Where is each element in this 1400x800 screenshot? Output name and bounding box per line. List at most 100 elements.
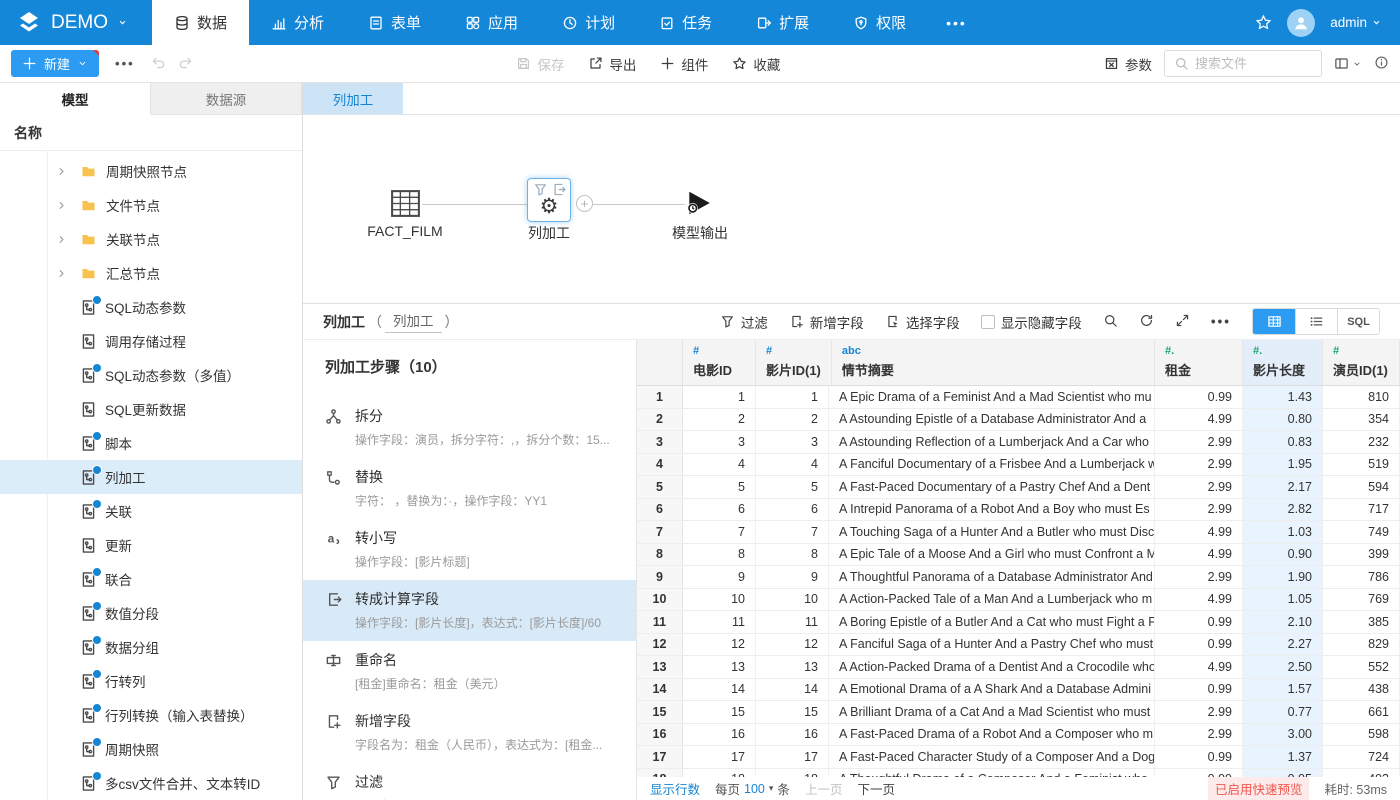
export-button[interactable]: 导出 bbox=[588, 54, 636, 74]
tree-item-17[interactable]: 周期快照 bbox=[0, 732, 302, 766]
tree-folder-0[interactable]: 周期快照节点 bbox=[0, 154, 302, 188]
tree-item-4[interactable]: SQL动态参数 bbox=[0, 290, 302, 324]
chevron-right-icon[interactable] bbox=[56, 166, 67, 177]
refresh-button[interactable] bbox=[1139, 313, 1154, 331]
table-row[interactable]: 555A Fast-Paced Documentary of a Pastry … bbox=[637, 476, 1400, 499]
table-row[interactable]: 131313A Action-Packed Drama of a Dentist… bbox=[637, 656, 1400, 679]
params-button[interactable]: 参数 bbox=[1104, 54, 1152, 74]
column-header-3[interactable]: #.租金 bbox=[1155, 340, 1243, 385]
add-node-button[interactable]: + bbox=[576, 195, 593, 212]
search-input[interactable] bbox=[1195, 56, 1312, 71]
view-sql-button[interactable]: SQL bbox=[1337, 309, 1379, 334]
page-size-value[interactable]: 100 bbox=[744, 782, 765, 796]
column-header-0[interactable]: #电影ID bbox=[683, 340, 756, 385]
nav-item-extension[interactable]: 扩展 bbox=[734, 0, 831, 45]
redo-button[interactable] bbox=[178, 55, 193, 73]
tree-item-9[interactable]: 列加工 bbox=[0, 460, 302, 494]
view-table-button[interactable] bbox=[1253, 309, 1295, 334]
prev-page-button[interactable]: 上一页 bbox=[805, 779, 843, 798]
avatar[interactable] bbox=[1287, 9, 1315, 37]
tree-item-6[interactable]: SQL动态参数（多值） bbox=[0, 358, 302, 392]
panel-more-button[interactable]: ••• bbox=[1211, 314, 1231, 329]
tree-item-13[interactable]: 数值分段 bbox=[0, 596, 302, 630]
source-table-node-icon[interactable] bbox=[389, 187, 422, 220]
table-row[interactable]: 111A Epic Drama of a Feminist And a Mad … bbox=[637, 386, 1400, 409]
show-rowcount-link[interactable]: 显示行数 bbox=[650, 779, 700, 798]
table-row[interactable]: 121212A Fanciful Saga of a Hunter And a … bbox=[637, 634, 1400, 657]
tree-item-15[interactable]: 行转列 bbox=[0, 664, 302, 698]
tree-item-14[interactable]: 数据分组 bbox=[0, 630, 302, 664]
column-header-1[interactable]: #影片ID(1) bbox=[756, 340, 832, 385]
step-item-1[interactable]: 替换字符： ，替换为：·，操作字段：YY1 bbox=[303, 458, 636, 519]
transform-node[interactable]: ⚙ bbox=[527, 178, 571, 222]
column-header-4[interactable]: #.影片长度 bbox=[1243, 340, 1323, 385]
layout-toggle-button[interactable] bbox=[1334, 56, 1362, 71]
info-button[interactable] bbox=[1374, 55, 1389, 73]
table-row[interactable]: 101010A Action-Packed Tale of a Man And … bbox=[637, 589, 1400, 612]
table-row[interactable]: 151515A Brilliant Drama of a Cat And a M… bbox=[637, 701, 1400, 724]
tree-folder-2[interactable]: 关联节点 bbox=[0, 222, 302, 256]
add-field-button[interactable]: 新增字段 bbox=[789, 312, 864, 332]
page-size-control[interactable]: 每页 100 ▾ 条 bbox=[715, 779, 790, 798]
table-row[interactable]: 666A Intrepid Panorama of a Robot And a … bbox=[637, 499, 1400, 522]
tree-item-7[interactable]: SQL更新数据 bbox=[0, 392, 302, 426]
column-header-2[interactable]: abc情节摘要 bbox=[832, 340, 1155, 385]
table-row[interactable]: 171717A Fast-Paced Character Study of a … bbox=[637, 746, 1400, 769]
table-row[interactable]: 111111A Boring Epistle of a Butler And a… bbox=[637, 611, 1400, 634]
chevron-right-icon[interactable] bbox=[56, 268, 67, 279]
tree-folder-3[interactable]: 汇总节点 bbox=[0, 256, 302, 290]
table-row[interactable]: 161616A Fast-Paced Drama of a Robot And … bbox=[637, 724, 1400, 747]
view-list-button[interactable] bbox=[1295, 309, 1337, 334]
new-button[interactable]: 新建 bbox=[11, 50, 99, 77]
node-name-editable[interactable]: 列加工 bbox=[385, 310, 442, 333]
nav-item-apps[interactable]: 应用 bbox=[443, 0, 540, 45]
table-row[interactable]: 444A Fanciful Documentary of a Frisbee A… bbox=[637, 454, 1400, 477]
tree-item-10[interactable]: 关联 bbox=[0, 494, 302, 528]
nav-item-clock[interactable]: 计划 bbox=[540, 0, 637, 45]
checkbox[interactable] bbox=[981, 315, 995, 329]
nav-item-task[interactable]: 任务 bbox=[637, 0, 734, 45]
table-body[interactable]: 111A Epic Drama of a Feminist And a Mad … bbox=[637, 386, 1400, 777]
brand[interactable]: DEMO bbox=[0, 0, 152, 45]
step-item-3[interactable]: 转成计算字段操作字段：[影片长度]，表达式：[影片长度]/60 bbox=[303, 580, 636, 641]
step-item-6[interactable]: 过滤条件为： bbox=[303, 763, 636, 800]
nav-item-chart[interactable]: 分析 bbox=[249, 0, 346, 45]
nav-item-shield[interactable]: 权限 bbox=[831, 0, 928, 45]
show-hidden-toggle[interactable]: 显示隐藏字段 bbox=[981, 312, 1082, 332]
tree-item-5[interactable]: 调用存储过程 bbox=[0, 324, 302, 358]
model-output-node-icon[interactable] bbox=[685, 189, 713, 217]
nav-item-database[interactable]: 数据 bbox=[152, 0, 249, 45]
column-header-5[interactable]: #演员ID(1) bbox=[1323, 340, 1400, 385]
menu-overflow-button[interactable]: ••• bbox=[928, 0, 985, 45]
favorite-star-icon[interactable] bbox=[1255, 14, 1272, 31]
tab-model[interactable]: 模型 bbox=[0, 83, 151, 115]
favorite-button[interactable]: 收藏 bbox=[732, 54, 780, 74]
tree-folder-1[interactable]: 文件节点 bbox=[0, 188, 302, 222]
table-search-button[interactable] bbox=[1103, 313, 1118, 331]
table-row[interactable]: 777A Touching Saga of a Hunter And a But… bbox=[637, 521, 1400, 544]
table-row[interactable]: 141414A Emotional Drama of a A Shark And… bbox=[637, 679, 1400, 702]
filter-button[interactable]: 过滤 bbox=[720, 312, 768, 332]
canvas-tab-liejiagong[interactable]: 列加工 bbox=[303, 83, 403, 114]
table-row[interactable]: 333A Astounding Reflection of a Lumberja… bbox=[637, 431, 1400, 454]
table-row[interactable]: 999A Thoughtful Panorama of a Database A… bbox=[637, 566, 1400, 589]
save-button[interactable]: 保存 bbox=[516, 54, 564, 74]
expand-button[interactable] bbox=[1175, 313, 1190, 331]
undo-button[interactable] bbox=[151, 55, 166, 73]
tree-item-18[interactable]: 多csv文件合并、文本转ID bbox=[0, 766, 302, 800]
toolbar-more-button[interactable]: ••• bbox=[111, 56, 139, 71]
chevron-right-icon[interactable] bbox=[56, 200, 67, 211]
next-page-button[interactable]: 下一页 bbox=[857, 779, 895, 798]
chevron-right-icon[interactable] bbox=[56, 234, 67, 245]
user-menu[interactable]: admin bbox=[1330, 15, 1382, 30]
tab-datasource[interactable]: 数据源 bbox=[151, 83, 302, 115]
flow-canvas[interactable]: FACT_FILM ⚙ + 列加工 模型输出 bbox=[303, 115, 1400, 303]
step-item-2[interactable]: a转小写操作字段：[影片标题] bbox=[303, 519, 636, 580]
tree-item-8[interactable]: 脚本 bbox=[0, 426, 302, 460]
step-item-5[interactable]: 新增字段字段名为：租金（人民币），表达式为：[租金... bbox=[303, 702, 636, 763]
component-button[interactable]: 组件 bbox=[660, 54, 708, 74]
step-item-0[interactable]: 拆分操作字段：演员，拆分字符：,，拆分个数：15... bbox=[303, 397, 636, 458]
table-row[interactable]: 888A Epic Tale of a Moose And a Girl who… bbox=[637, 544, 1400, 567]
select-field-button[interactable]: 选择字段 bbox=[885, 312, 960, 332]
table-row[interactable]: 181818A Thoughtful Drama of a Composer A… bbox=[637, 769, 1400, 778]
